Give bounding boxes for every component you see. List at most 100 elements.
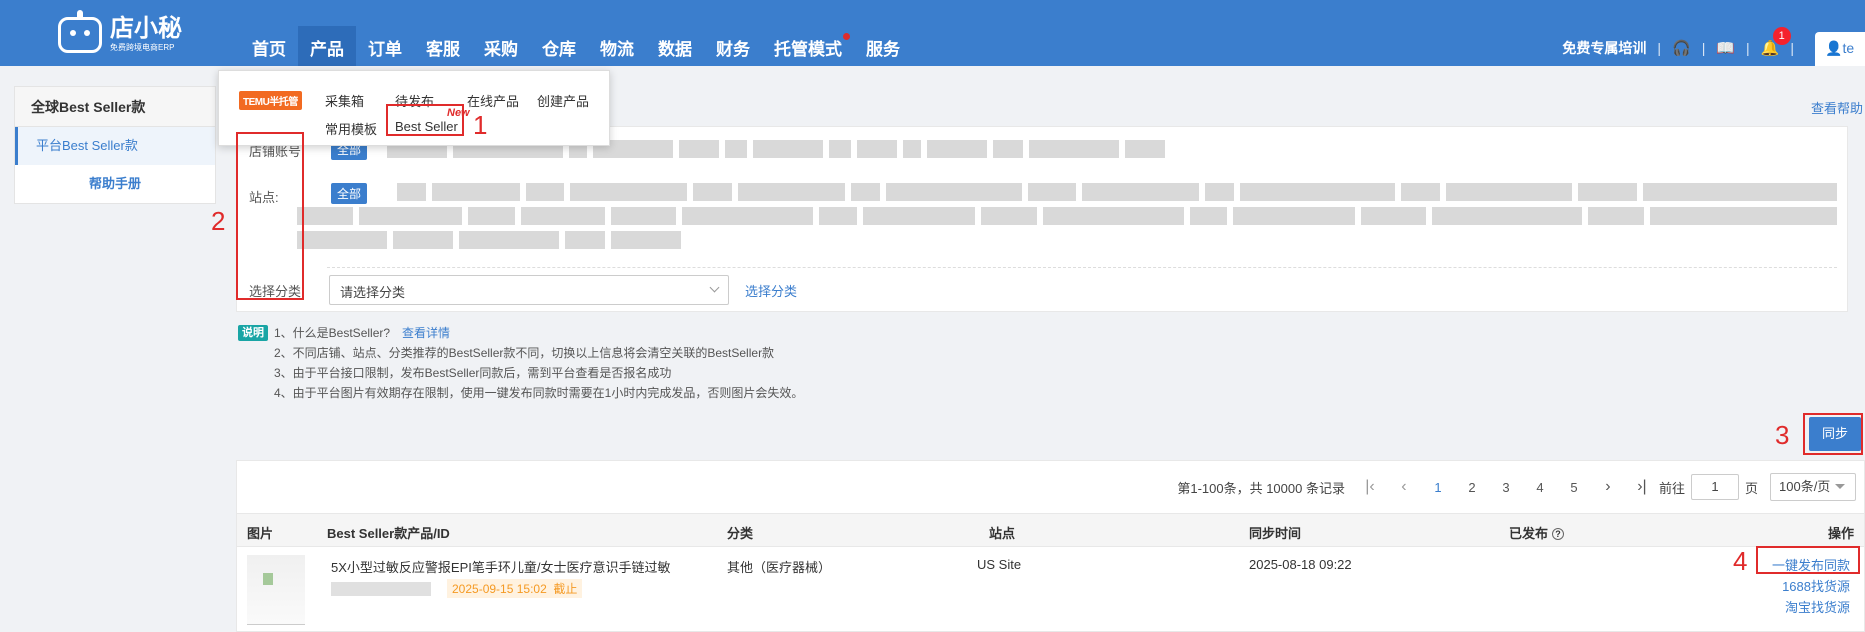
col-actions: 操作 — [1827, 526, 1854, 541]
sidebar-item-platform-best-seller[interactable]: 平台Best Seller款 — [15, 127, 215, 165]
blurred-product-id — [331, 581, 431, 596]
category-select[interactable]: 请选择分类 — [329, 275, 729, 305]
view-help-link[interactable]: 查看帮助 — [1811, 98, 1863, 117]
annotation-box-4 — [1756, 546, 1860, 574]
user-menu[interactable]: 👤te — [1815, 32, 1865, 66]
left-sidebar: 全球Best Seller款 平台Best Seller款 帮助手册 — [14, 86, 216, 204]
pager-summary: 第1-100条，共 10000 条记录 — [1177, 480, 1345, 496]
top-right-tools: 免费专属培训 | 🎧 | 📖 | 🔔 1 | — [1562, 27, 1805, 58]
product-site: US Site — [977, 557, 1022, 572]
page-2[interactable]: 2 — [1455, 480, 1489, 495]
product-sync-time: 2025-08-18 09:22 — [1249, 557, 1352, 572]
nav-home[interactable]: 首页 — [240, 26, 298, 66]
notes-badge: 说明 — [238, 325, 268, 341]
nav-customer-service[interactable]: 客服 — [414, 26, 472, 66]
divider: | — [1790, 40, 1794, 56]
sidebar-help-manual[interactable]: 帮助手册 — [15, 165, 215, 203]
temu-logo: TEMU半托管 — [239, 91, 302, 110]
find-source-1688-link[interactable]: 1688找货源 — [1772, 576, 1850, 597]
divider: | — [1657, 40, 1662, 56]
nav-hosted-mode[interactable]: 托管模式 — [762, 26, 854, 66]
find-source-taobao-link[interactable]: 淘宝找货源 — [1772, 597, 1850, 618]
headset-icon[interactable]: 🎧 — [1672, 39, 1691, 57]
annotation-box-3 — [1803, 413, 1863, 455]
nav-data[interactable]: 数据 — [646, 26, 704, 66]
menu-common-templates[interactable]: 常用模板 — [325, 119, 377, 138]
results-table: 第1-100条，共 10000 条记录 |‹ ‹ 1 2 3 4 5 › ›| … — [236, 460, 1865, 632]
nav-warehouse[interactable]: 仓库 — [530, 26, 588, 66]
col-image: 图片 — [247, 526, 274, 541]
nav-purchasing[interactable]: 采购 — [472, 26, 530, 66]
note-line-1: 1、什么是BestSeller? 查看详情 — [238, 323, 803, 343]
next-page-icon[interactable]: › — [1591, 478, 1625, 496]
menu-collection-box[interactable]: 采集箱 — [325, 91, 364, 110]
table-header: 图片 Best Seller款产品/ID 分类 站点 同步时间 已发布? 操作 — [237, 513, 1864, 547]
site-all-tag[interactable]: 全部 — [331, 183, 368, 204]
annotation-number-3: 3 — [1775, 420, 1790, 450]
filter-panel: 店铺账号 全部 站点: 全部 选择分类 请选择分类 选择分类 — [236, 126, 1848, 312]
bell-icon[interactable]: 🔔 1 — [1761, 27, 1791, 57]
notes-section: 说明 1、什么是BestSeller? 查看详情 2、不同店铺、站点、分类推荐的B… — [238, 323, 803, 403]
nav-products[interactable]: 产品 — [298, 26, 356, 66]
prev-page-icon[interactable]: ‹ — [1387, 478, 1421, 496]
col-published: 已发布? — [1509, 523, 1565, 542]
view-details-link[interactable]: 查看详情 — [402, 326, 450, 340]
sidebar-header[interactable]: 全球Best Seller款 — [15, 87, 215, 127]
annotation-number-1: 1 — [473, 110, 488, 140]
bell-badge: 1 — [1772, 27, 1791, 45]
divider: | — [1701, 40, 1706, 56]
product-meta: 2025-09-15 15:02 截止 — [331, 579, 583, 598]
page-5[interactable]: 5 — [1557, 480, 1591, 495]
filter-divider — [327, 267, 1837, 268]
blurred-site-list-1 — [397, 183, 1837, 201]
table-row: 5X小型过敏反应警报EPI笔手环儿童/女士医疗意识手链过敏 2025-09-15… — [237, 547, 1864, 632]
col-site: 站点 — [989, 526, 1016, 541]
menu-online-products[interactable]: 在线产品 — [467, 91, 519, 110]
blurred-site-list-2 — [297, 207, 1837, 225]
note-line-4: 4、由于平台图片有效期存在限制，使用一键发布同款时需要在1小时内完成发品，否则图… — [274, 386, 804, 400]
annotation-box-1 — [386, 104, 464, 136]
free-training-link[interactable]: 免费专属培训 — [1562, 38, 1646, 58]
annotation-number-4: 4 — [1733, 546, 1748, 576]
menu-create-product[interactable]: 创建产品 — [537, 91, 589, 110]
product-category: 其他（医疗器械） — [727, 560, 832, 575]
col-product-id: Best Seller款产品/ID — [327, 526, 450, 541]
notification-dot — [843, 33, 850, 40]
main-nav: 首页 产品 订单 客服 采购 仓库 物流 数据 财务 托管模式 服务 — [240, 26, 912, 66]
last-page-icon[interactable]: ›| — [1625, 478, 1659, 496]
first-page-icon[interactable]: |‹ — [1353, 478, 1387, 496]
deadline-suffix: 截止 — [553, 582, 578, 596]
robot-logo-icon — [58, 10, 102, 53]
app-logo[interactable]: 店小秘 免费跨境电商ERP — [58, 10, 218, 56]
annotation-box-2 — [236, 132, 304, 300]
page-1[interactable]: 1 — [1421, 480, 1455, 495]
nav-finance[interactable]: 财务 — [704, 26, 762, 66]
deadline-tag: 2025-09-15 15:02 截止 — [447, 579, 583, 598]
note-line-2: 2、不同店铺、站点、分类推荐的BestSeller款不同，切换以上信息将会清空关… — [274, 346, 775, 360]
col-category: 分类 — [727, 526, 754, 541]
note-text-1: 1、什么是BestSeller? — [274, 326, 391, 340]
product-thumbnail[interactable] — [247, 555, 305, 625]
goto-page-input[interactable]: 1 — [1690, 474, 1739, 500]
nav-hosted-mode-label: 托管模式 — [774, 40, 842, 59]
select-category-link[interactable]: 选择分类 — [745, 281, 797, 300]
page-4[interactable]: 4 — [1523, 480, 1557, 495]
nav-services[interactable]: 服务 — [854, 26, 912, 66]
col-published-label: 已发布 — [1509, 526, 1549, 541]
chevron-down-icon — [709, 282, 720, 293]
user-name: te — [1842, 40, 1855, 56]
nav-orders[interactable]: 订单 — [356, 26, 414, 66]
user-icon: 👤 — [1825, 40, 1843, 56]
divider: | — [1746, 40, 1750, 56]
book-icon[interactable]: 📖 — [1716, 39, 1735, 57]
nav-logistics[interactable]: 物流 — [588, 26, 646, 66]
pagination: 第1-100条，共 10000 条记录 |‹ ‹ 1 2 3 4 5 › ›| … — [1177, 473, 1856, 501]
page-3[interactable]: 3 — [1489, 480, 1523, 495]
col-sync-time: 同步时间 — [1249, 526, 1302, 541]
logo-name: 店小秘 — [110, 15, 182, 42]
product-name[interactable]: 5X小型过敏反应警报EPI笔手环儿童/女士医疗意识手链过敏 — [331, 557, 670, 576]
page-size-select[interactable]: 100条/页 — [1770, 473, 1856, 501]
top-navbar: 店小秘 免费跨境电商ERP 首页 产品 订单 客服 采购 仓库 物流 数据 财务… — [0, 0, 1865, 66]
goto-label: 前往 — [1658, 480, 1685, 496]
question-icon[interactable]: ? — [1552, 528, 1565, 540]
